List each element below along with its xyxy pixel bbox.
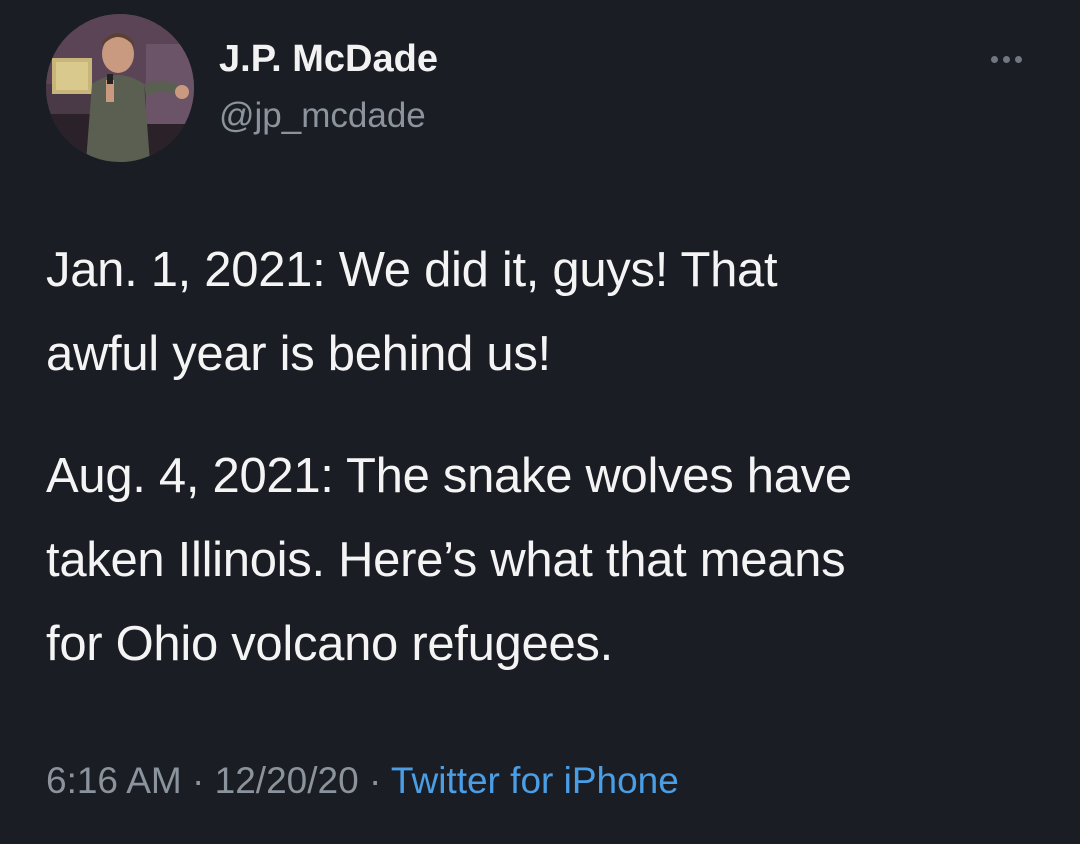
more-dot	[990, 55, 998, 63]
tweet-text-line: for Ohio volcano refugees.	[46, 617, 613, 671]
more-dot	[1002, 55, 1010, 63]
tweet-text-line: Jan. 1, 2021: We did it, guys! That	[46, 243, 778, 297]
meta-separator: ·	[368, 760, 382, 801]
more-options-icon[interactable]	[981, 44, 1031, 74]
avatar[interactable]	[46, 14, 194, 162]
tweet-text-line: Aug. 4, 2021: The snake wolves have	[46, 449, 852, 503]
avatar-image	[46, 14, 194, 162]
tweet-text-line: taken Illinois. Here’s what that means	[46, 533, 846, 587]
tweet-source-link[interactable]: Twitter for iPhone	[391, 760, 679, 801]
meta-separator: ·	[192, 760, 205, 801]
author-handle[interactable]: @jp_mcdade	[219, 96, 426, 136]
tweet-date[interactable]: 12/20/20	[215, 760, 359, 801]
more-dot	[1014, 55, 1022, 63]
author-display-name[interactable]: J.P. McDade	[219, 38, 438, 81]
tweet-paragraph-2: Aug. 4, 2021: The snake wolves have take…	[46, 434, 1046, 686]
tweet-meta: 6:16 AM · 12/20/20 · Twitter for iPhone	[46, 760, 679, 802]
tweet-paragraph-1: Jan. 1, 2021: We did it, guys! That awfu…	[46, 228, 1046, 396]
tweet-time[interactable]: 6:16 AM	[46, 760, 182, 801]
tweet-text-line: awful year is behind us!	[46, 327, 551, 381]
tweet-card: J.P. McDade @jp_mcdade Jan. 1, 2021: We …	[0, 0, 1080, 844]
